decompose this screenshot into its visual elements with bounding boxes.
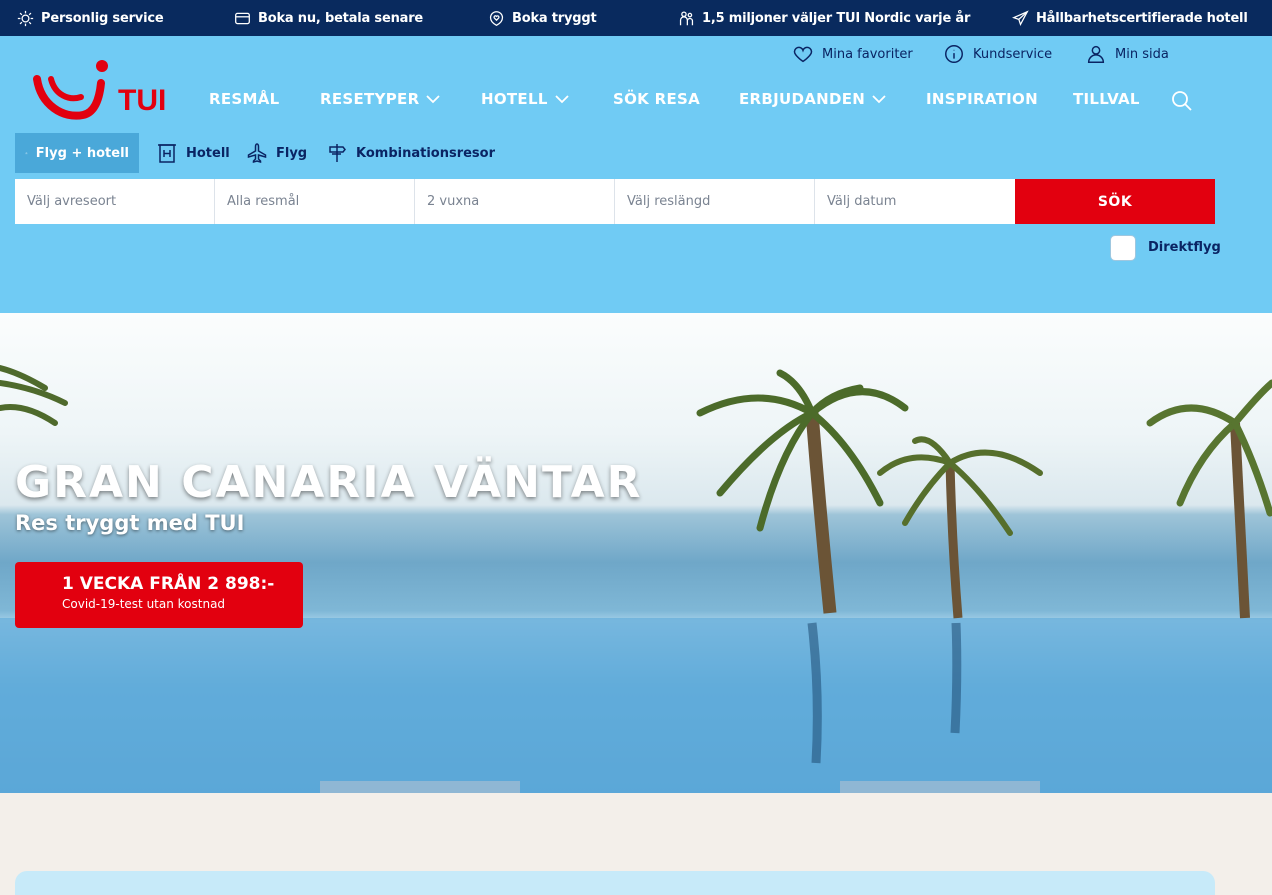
direct-flight-checkbox[interactable]: [1110, 235, 1136, 261]
customer-service-label: Kundservice: [973, 46, 1053, 62]
usp-label: 1,5 miljoner väljer TUI Nordic varje år: [702, 10, 971, 26]
tab-flight-hotel[interactable]: Flyg + hotell: [15, 133, 139, 173]
nav-tillval[interactable]: TILLVAL: [1073, 90, 1140, 108]
hero-title: GRAN CANARIA VÄNTAR: [15, 457, 643, 508]
travellers-field[interactable]: 2 vuxna: [415, 179, 615, 224]
usp-personal-service: Personlig service: [17, 0, 164, 36]
search-submit-button[interactable]: SÖK: [1015, 179, 1215, 224]
promo-button[interactable]: 1 VECKA FRÅN 2 898:- Covid-19-test utan …: [15, 562, 303, 628]
nav-label: ERBJUDANDEN: [739, 90, 866, 108]
paper-plane-icon: [1012, 9, 1029, 26]
tab-flight[interactable]: Flyg: [236, 133, 317, 173]
tab-hotel[interactable]: Hotell: [146, 133, 240, 173]
usp-label: Hållbarhetscertifierade hotell: [1036, 10, 1248, 26]
hero-subtitle: Res tryggt med TUI: [15, 511, 245, 535]
usp-pay-later: Boka nu, betala senare: [234, 0, 423, 36]
tab-label: Hotell: [186, 145, 230, 161]
field-placeholder: Välj avreseort: [27, 194, 117, 209]
hotel-icon: [158, 144, 176, 163]
hero-scenery: [0, 365, 1272, 793]
usp-million-travellers: 1,5 miljoner väljer TUI Nordic varje år: [678, 0, 970, 36]
departure-field[interactable]: Välj avreseort: [15, 179, 215, 224]
customer-service-link[interactable]: Kundservice: [943, 42, 1052, 66]
chevron-down-icon: [426, 95, 441, 104]
field-placeholder: 2 vuxna: [427, 194, 480, 209]
sun-icon: [17, 10, 34, 26]
usp-sustainable: Hållbarhetscertifierade hotell: [1012, 0, 1248, 36]
favorites-link[interactable]: Mina favoriter: [792, 42, 913, 66]
logo-text: TUI: [118, 84, 166, 117]
favorites-label: Mina favoriter: [822, 46, 913, 62]
info-icon: [945, 45, 963, 63]
usp-book-safe: Boka tryggt: [488, 0, 597, 36]
promo-price: 1 VECKA FRÅN 2 898:-: [62, 574, 275, 594]
site-header: Mina favoriter Kundservice Min sida TUI …: [0, 36, 1272, 313]
tab-label: Flyg: [276, 145, 308, 161]
tab-label: Kombinationsresor: [356, 145, 496, 161]
signpost-icon: [329, 144, 346, 162]
nav-label: INSPIRATION: [926, 90, 1038, 108]
tab-label: Flyg + hotell: [35, 145, 129, 161]
nav-label: TILLVAL: [1073, 90, 1140, 108]
nav-label: RESETYPER: [320, 90, 420, 108]
chevron-down-icon: [555, 95, 569, 104]
hero-banner: GRAN CANARIA VÄNTAR Res tryggt med TUI 1…: [0, 313, 1272, 793]
content-card: [15, 871, 1215, 895]
nav-sok-resa[interactable]: SÖK RESA: [613, 90, 700, 108]
tab-combination[interactable]: Kombinationsresor: [316, 133, 505, 173]
nav-label: RESMÅL: [209, 90, 280, 108]
my-page-link[interactable]: Min sida: [1085, 42, 1169, 66]
search-icon[interactable]: [1170, 89, 1194, 113]
nav-resetyper[interactable]: RESETYPER: [320, 90, 441, 108]
direct-flight-label: Direktflyg: [1148, 240, 1221, 255]
nav-erbjudanden[interactable]: ERBJUDANDEN: [739, 90, 887, 108]
shield-heart-icon: [489, 10, 504, 26]
sun-icon: [25, 151, 28, 154]
field-placeholder: Välj datum: [827, 194, 897, 209]
promo-note: Covid-19-test utan kostnad: [62, 597, 226, 611]
nav-hotell[interactable]: HOTELL: [481, 90, 570, 108]
chevron-down-icon: [872, 95, 886, 104]
user-icon: [1087, 45, 1105, 63]
tui-logo[interactable]: TUI: [33, 57, 173, 121]
my-page-label: Min sida: [1115, 46, 1169, 62]
nav-inspiration[interactable]: INSPIRATION: [926, 90, 1038, 108]
nav-label: SÖK RESA: [613, 90, 701, 108]
usp-label: Personlig service: [41, 10, 164, 26]
usp-bar: Personlig service Boka nu, betala senare…: [0, 0, 1272, 36]
usp-label: Boka tryggt: [512, 10, 597, 26]
usp-label: Boka nu, betala senare: [258, 10, 424, 26]
field-placeholder: Välj reslängd: [627, 194, 711, 209]
card-icon: [235, 12, 250, 24]
field-placeholder: Alla resmål: [227, 194, 300, 209]
plane-icon: [247, 143, 267, 163]
people-icon: [679, 10, 694, 25]
heart-icon: [793, 46, 813, 63]
destination-field[interactable]: Alla resmål: [215, 179, 415, 224]
nav-resmal[interactable]: RESMÅL: [209, 90, 280, 108]
duration-field[interactable]: Välj reslängd: [615, 179, 815, 224]
nav-label: HOTELL: [481, 90, 548, 108]
date-field[interactable]: Välj datum: [815, 179, 1015, 224]
